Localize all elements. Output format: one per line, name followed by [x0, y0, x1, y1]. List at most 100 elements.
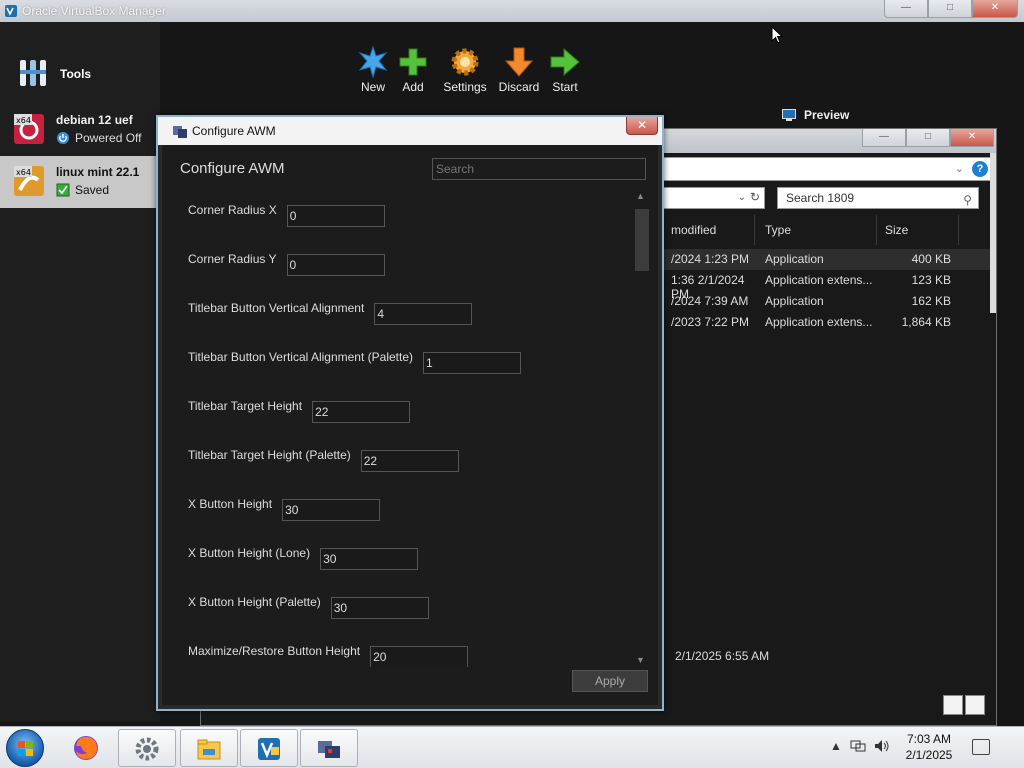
volume-icon[interactable]: [874, 739, 890, 753]
dialog-titlebar[interactable]: Configure AWM ✕: [158, 117, 662, 145]
virtualbox-icon: [258, 738, 280, 760]
chevron-down-icon[interactable]: ⌄: [738, 192, 746, 203]
taskbar-awm[interactable]: [300, 729, 358, 767]
setting-titlebar-button-vertical-alignment-palette: Titlebar Button Vertical Alignment (Pale…: [188, 350, 521, 374]
setting-x-button-height-palette: X Button Height (Palette): [188, 595, 429, 619]
settings-list: Corner Radius X Corner Radius Y Titlebar…: [168, 189, 652, 667]
vm-state: Saved: [75, 183, 110, 197]
taskbar-virtualbox[interactable]: [240, 729, 298, 767]
explorer-address-bar[interactable]: ⌄ ?: [663, 157, 993, 181]
awm-app-icon: [318, 741, 340, 758]
setting-corner-radius-x: Corner Radius X: [188, 203, 385, 227]
preview-header[interactable]: Preview: [782, 108, 849, 122]
setting-corner-radius-y: Corner Radius Y: [188, 252, 385, 276]
setting-x-button-height: X Button Height: [188, 497, 381, 521]
taskbar-file-explorer[interactable]: [180, 729, 238, 767]
virtualbox-logo-icon: [5, 5, 17, 17]
vbox-window-title: Oracle VirtualBox Manager: [22, 4, 166, 18]
clock-time: 7:03 AM: [906, 732, 952, 746]
show-hidden-icons-chevron-icon[interactable]: ▲: [830, 739, 842, 753]
powered-off-icon: [57, 132, 69, 144]
file-row[interactable]: /2024 7:39 AM Application 162 KB: [663, 291, 993, 312]
file-row[interactable]: /2024 1:23 PM Application 400 KB: [663, 249, 993, 270]
vm-arch-tag-debian: x64: [16, 116, 31, 125]
setting-titlebar-target-height-palette: Titlebar Target Height (Palette): [188, 448, 459, 472]
setting-titlebar-target-height: Titlebar Target Height: [188, 399, 411, 423]
start-button[interactable]: [6, 729, 44, 767]
saved-state-icon: [56, 183, 70, 197]
network-icon[interactable]: [850, 739, 866, 753]
add-button[interactable]: Add: [390, 46, 436, 102]
explorer-minimize-button[interactable]: —: [862, 129, 906, 147]
scroll-down-arrow-icon[interactable]: ▼: [636, 655, 645, 665]
titlebar-button-vertical-alignment-field[interactable]: [374, 303, 473, 325]
start-arrow-right-icon: [550, 47, 580, 77]
settings-scrollbar[interactable]: ▲ ▼: [632, 191, 650, 665]
vbox-titlebar[interactable]: Oracle VirtualBox Manager — □ ✕: [0, 0, 1024, 22]
vm-arch-tag-mint: x64: [16, 168, 31, 177]
minimize-button[interactable]: —: [884, 0, 928, 18]
vm-item-linux-mint[interactable]: x64 linux mint 22.1 Saved: [0, 156, 160, 208]
settings-button[interactable]: Settings: [442, 46, 488, 102]
corner-radius-y-field[interactable]: [286, 254, 385, 276]
debian-os-icon: x64: [14, 114, 44, 144]
scrollbar-thumb[interactable]: [635, 209, 649, 271]
settings-search-input[interactable]: [432, 158, 646, 180]
file-row[interactable]: 2/1/2024 1:36 PM Application extens... 1…: [663, 270, 993, 301]
x-button-height-lone-field[interactable]: [320, 548, 419, 570]
settings-gear-icon: [451, 48, 479, 76]
notification-center-icon[interactable]: [972, 739, 990, 755]
tools-icon: [20, 60, 46, 86]
refresh-icon[interactable]: ↻: [750, 190, 760, 204]
explorer-close-button[interactable]: ✕: [950, 129, 994, 147]
monitor-icon: [782, 109, 796, 121]
explorer-scrollbar[interactable]: [990, 153, 996, 313]
tools-item[interactable]: Tools: [0, 52, 160, 96]
taskbar-settings[interactable]: [118, 729, 176, 767]
setting-x-button-height-lone: X Button Height (Lone): [188, 546, 419, 570]
details-view-button[interactable]: [943, 695, 963, 715]
vm-sidebar: Tools x64 debian 12 uef Powered Off x64 …: [0, 22, 160, 722]
large-icons-view-button[interactable]: [965, 695, 985, 715]
taskbar: ▲ 7:03 AM 2/1/2025: [0, 726, 1024, 768]
help-icon[interactable]: ?: [972, 161, 988, 177]
close-button[interactable]: ✕: [972, 0, 1018, 18]
clock-date: 2/1/2025: [905, 748, 953, 762]
maximize-button[interactable]: □: [928, 0, 972, 18]
column-size[interactable]: Size: [877, 215, 959, 245]
taskbar-firefox[interactable]: [58, 729, 116, 767]
vm-item-debian[interactable]: x64 debian 12 uef Powered Off: [0, 104, 160, 156]
dialog-close-button[interactable]: ✕: [626, 117, 658, 135]
titlebar-target-height-palette-field[interactable]: [360, 450, 459, 472]
dialog-heading: Configure AWM: [180, 160, 285, 177]
explorer-path-dropdown[interactable]: ⌄ ↻: [663, 187, 765, 209]
apply-button[interactable]: Apply: [572, 670, 648, 692]
explorer-maximize-button[interactable]: □: [906, 129, 950, 147]
x-button-height-field[interactable]: [282, 499, 381, 521]
column-date-modified[interactable]: modified: [663, 215, 755, 245]
dialog-title: Configure AWM: [192, 124, 276, 138]
corner-radius-x-field[interactable]: [286, 205, 385, 227]
add-plus-icon: [399, 48, 427, 76]
firefox-icon: [74, 736, 98, 760]
explorer-search-input[interactable]: Search 1809 ⚲: [777, 187, 979, 209]
explorer-column-headers: modified Type Size: [663, 215, 993, 245]
vm-name: linux mint 22.1: [56, 165, 140, 179]
titlebar-button-vertical-alignment-palette-field[interactable]: [423, 352, 521, 374]
awm-app-icon: [173, 126, 187, 138]
scroll-up-arrow-icon[interactable]: ▲: [636, 191, 645, 201]
discard-arrow-down-icon: [504, 47, 534, 77]
discard-button[interactable]: Discard: [496, 46, 542, 102]
vm-name: debian 12 uef: [56, 113, 133, 127]
x-button-height-palette-field[interactable]: [330, 597, 429, 619]
chevron-down-icon[interactable]: ⌄: [955, 162, 964, 175]
column-type[interactable]: Type: [757, 215, 877, 245]
tools-label: Tools: [60, 67, 92, 81]
taskbar-clock[interactable]: 7:03 AM 2/1/2025: [896, 731, 962, 763]
start-button[interactable]: Start: [542, 46, 588, 102]
titlebar-target-height-field[interactable]: [312, 401, 411, 423]
new-star-icon: [358, 46, 388, 78]
search-icon[interactable]: ⚲: [963, 190, 972, 210]
maximize-restore-button-height-field[interactable]: [370, 646, 469, 667]
file-row[interactable]: /2023 7:22 PM Application extens... 1,86…: [663, 312, 993, 333]
